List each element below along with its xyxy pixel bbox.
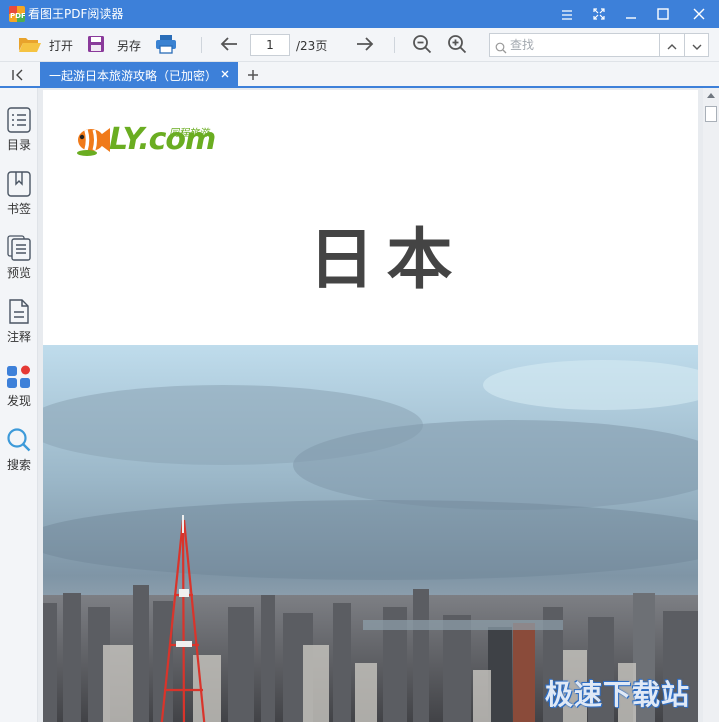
document-viewport[interactable]: LY.com 同程旅游 日本 — [38, 88, 719, 722]
sidebar-item-label: 目录 — [6, 138, 31, 152]
search-box — [489, 33, 709, 57]
minimize-icon — [625, 5, 637, 24]
chevron-up-icon — [667, 36, 677, 55]
sidebar-item-annotation[interactable]: 注释 — [0, 290, 38, 350]
sidebar-item-search[interactable]: 搜索 — [0, 418, 38, 478]
zoom-in-icon — [447, 34, 467, 57]
clownfish-icon — [77, 128, 110, 156]
toc-icon — [6, 106, 32, 134]
maximize-icon — [657, 5, 669, 24]
search-input[interactable] — [510, 36, 656, 54]
pdf-reader-window: PDF 看图王PDF阅读器 打开 另存 1 /23页 查找 一起游日本旅游攻略（… — [0, 0, 719, 722]
main-toolbar: 打开 另存 /23页 — [0, 28, 719, 62]
discover-icon — [6, 362, 32, 390]
zoom-out-button[interactable] — [412, 28, 432, 62]
search-icon — [6, 426, 32, 454]
pdf-app-icon: PDF — [9, 6, 25, 22]
fullscreen-button[interactable] — [583, 0, 615, 28]
sidebar-item-label: 书签 — [6, 202, 31, 216]
pdf-page: LY.com 同程旅游 日本 — [43, 90, 698, 722]
collapse-sidebar-button[interactable] — [8, 66, 30, 84]
open-button[interactable]: 打开 — [18, 28, 73, 62]
document-heading: 日本 — [308, 220, 465, 298]
fullscreen-icon — [593, 5, 605, 24]
tab-bar: 一起游日本旅游攻略（已加密） — [0, 62, 719, 88]
close-icon — [221, 70, 229, 78]
print-button[interactable] — [155, 28, 177, 62]
page-total-label: /23页 — [296, 39, 328, 53]
chevron-down-icon — [692, 36, 702, 55]
open-label: 打开 — [49, 38, 74, 53]
triangle-up-icon — [707, 92, 715, 98]
menu-button[interactable] — [551, 0, 583, 28]
zoom-in-button[interactable] — [447, 28, 467, 62]
search-icon — [495, 39, 507, 58]
previous-page-button[interactable] — [219, 28, 239, 62]
save-icon — [87, 35, 105, 56]
maximize-button[interactable] — [647, 0, 679, 28]
sidebar-item-bookmark[interactable]: 书签 — [0, 162, 38, 222]
menu-icon — [561, 5, 573, 24]
sidebar-item-discover[interactable]: 发现 — [0, 354, 38, 414]
left-sidebar: 目录 书签 预览 注释 发现 搜索 — [0, 88, 38, 722]
printer-icon — [155, 34, 177, 57]
title-bar: PDF 看图王PDF阅读器 — [0, 0, 719, 28]
bookmark-icon — [6, 170, 32, 198]
tab-close-button[interactable] — [218, 66, 232, 82]
sidebar-item-label: 注释 — [6, 330, 31, 344]
arrow-right-icon — [355, 36, 375, 55]
folder-icon — [18, 35, 42, 56]
toolbar-divider — [394, 37, 395, 53]
search-next-button[interactable] — [684, 34, 709, 56]
sidebar-item-preview[interactable]: 预览 — [0, 226, 38, 286]
scrollbar-thumb[interactable] — [705, 106, 717, 122]
watermark-text: 极速下载站 — [545, 678, 691, 711]
annotation-icon — [6, 298, 32, 326]
new-tab-button[interactable] — [244, 66, 262, 84]
sidebar-item-toc[interactable]: 目录 — [0, 98, 38, 158]
plus-icon — [247, 66, 259, 85]
tab-document-title: 一起游日本旅游攻略（已加密） — [49, 69, 218, 83]
collapse-left-icon — [12, 66, 26, 85]
close-icon — [693, 5, 705, 24]
preview-icon — [6, 234, 32, 262]
scroll-up-button[interactable] — [703, 88, 719, 102]
sidebar-item-label: 预览 — [6, 266, 31, 280]
toolbar-divider — [201, 37, 202, 53]
window-title: 看图王PDF阅读器 — [28, 7, 124, 21]
brand-logo: LY.com 同程旅游 — [75, 120, 225, 160]
search-previous-button[interactable] — [659, 34, 684, 56]
next-page-button[interactable] — [355, 28, 375, 62]
tab-document[interactable]: 一起游日本旅游攻略（已加密） — [40, 62, 238, 88]
close-button[interactable] — [683, 0, 715, 28]
sidebar-item-label: 发现 — [6, 394, 31, 408]
save-as-button[interactable]: 另存 — [87, 28, 141, 62]
zoom-out-icon — [412, 34, 432, 57]
brand-tagline: 同程旅游 — [169, 128, 209, 139]
arrow-left-icon — [219, 36, 239, 55]
tokyo-skyline-photo — [43, 345, 698, 722]
page-number-input[interactable] — [250, 34, 290, 56]
sidebar-item-label: 搜索 — [6, 458, 31, 472]
minimize-button[interactable] — [615, 0, 647, 28]
svg-text:PDF: PDF — [10, 12, 25, 20]
vertical-scrollbar[interactable] — [703, 88, 719, 722]
save-as-label: 另存 — [117, 38, 142, 53]
